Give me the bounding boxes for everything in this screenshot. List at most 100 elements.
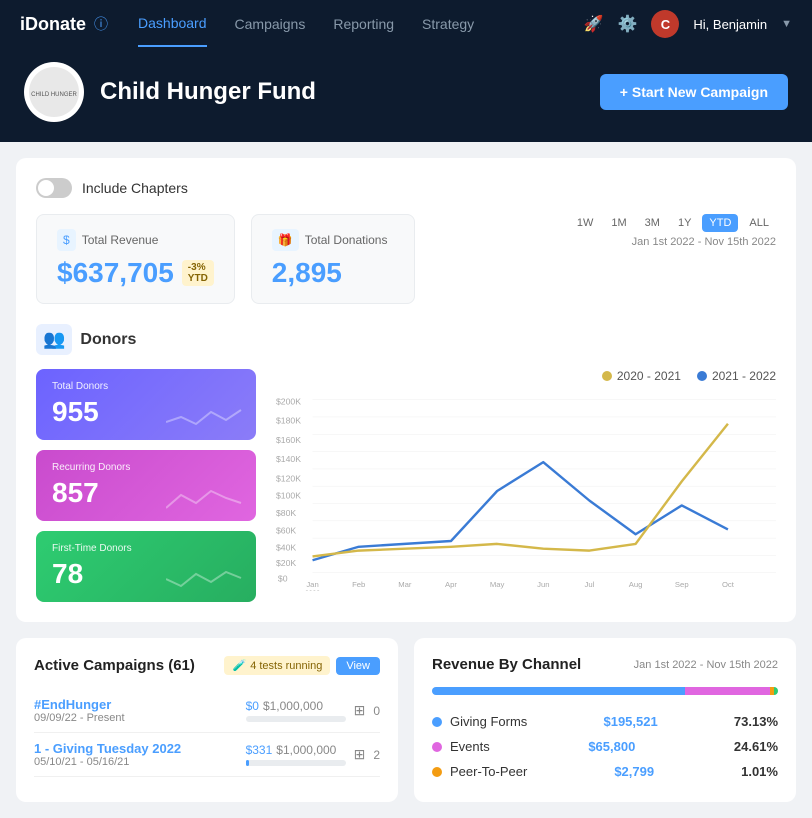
campaign-date: 05/10/21 - 05/16/21 (34, 756, 181, 768)
campaign-goal: $1,000,000 (263, 699, 323, 713)
legend-dot-2020 (602, 371, 612, 381)
campaign-name[interactable]: #EndHunger (34, 697, 125, 712)
svg-text:$140K: $140K (276, 454, 301, 464)
recurring-donors-label: Recurring Donors (52, 462, 240, 473)
channel-name: Giving Forms (450, 714, 527, 729)
channel-name: Peer-To-Peer (450, 764, 527, 779)
channel-percent: 24.61% (734, 739, 778, 754)
firsttime-donors-card: First-Time Donors 78 (36, 531, 256, 602)
total-donations-card: 🎁 Total Donations 2,895 (251, 214, 416, 304)
main-content: Include Chapters $ Total Revenue $637,70… (0, 142, 812, 818)
svg-text:$80K: $80K (276, 508, 296, 518)
org-name: Child Hunger Fund (100, 78, 316, 106)
nav-reporting[interactable]: Reporting (333, 2, 394, 46)
svg-text:$60K: $60K (276, 525, 296, 535)
campaign-info: #EndHunger 09/09/22 - Present (34, 697, 125, 724)
svg-text:Jul: Jul (585, 580, 595, 589)
legend-dot-2021 (697, 371, 707, 381)
recurring-donors-sparkline (166, 483, 246, 513)
time-btn-1y[interactable]: 1Y (671, 214, 698, 232)
channel-amount: $195,521 (603, 714, 657, 729)
time-btn-1w[interactable]: 1W (570, 214, 601, 232)
header-right: 🚀 ⚙️ C Hi, Benjamin ▼ (584, 10, 792, 38)
dollar-icon: $ (57, 229, 76, 251)
donors-header: 👥 Donors (36, 324, 776, 355)
time-range-controls: 1W 1M 3M 1Y YTD ALL Jan 1st 2022 - Nov 1… (570, 214, 776, 248)
total-revenue-label: $ Total Revenue (57, 229, 214, 251)
svg-text:May: May (490, 580, 505, 589)
nav-campaigns[interactable]: Campaigns (235, 2, 306, 46)
svg-text:$0: $0 (278, 573, 288, 583)
svg-text:Jun: Jun (537, 580, 549, 589)
nav-dashboard[interactable]: Dashboard (138, 1, 207, 47)
time-btn-3m[interactable]: 3M (638, 214, 667, 232)
campaign-progress: $0 $1,000,000 (246, 699, 346, 722)
revenue-chart: 2020 - 2021 2021 - 2022 $200K $180K $160… (276, 369, 776, 602)
campaign-date: 09/09/22 - Present (34, 712, 125, 724)
dashboard-card: Include Chapters $ Total Revenue $637,70… (16, 158, 796, 622)
channel-item: Giving Forms $195,521 73.13% (432, 709, 778, 734)
avatar: C (651, 10, 679, 38)
campaign-info: 1 - Giving Tuesday 2022 05/10/21 - 05/16… (34, 741, 181, 768)
svg-text:Apr: Apr (445, 580, 457, 589)
time-range-buttons: 1W 1M 3M 1Y YTD ALL (570, 214, 776, 232)
svg-text:2022: 2022 (305, 590, 320, 591)
time-btn-ytd[interactable]: YTD (702, 214, 738, 232)
svg-text:$20K: $20K (276, 558, 296, 568)
legend-2020: 2020 - 2021 (602, 369, 681, 383)
campaign-name[interactable]: 1 - Giving Tuesday 2022 (34, 741, 181, 756)
svg-text:Feb: Feb (352, 580, 365, 589)
revenue-channel-card: Revenue By Channel Jan 1st 2022 - Nov 15… (414, 638, 796, 802)
user-greeting: Hi, Benjamin (693, 17, 767, 32)
progress-fill (246, 760, 249, 766)
time-btn-all[interactable]: ALL (742, 214, 776, 232)
org-bar: CHILD HUNGER Child Hunger Fund + Start N… (0, 48, 812, 142)
include-chapters-row: Include Chapters (36, 178, 776, 198)
org-logo: CHILD HUNGER (24, 62, 84, 122)
channel-left: Events (432, 739, 490, 754)
time-btn-1m[interactable]: 1M (604, 214, 633, 232)
firsttime-donors-label: First-Time Donors (52, 543, 240, 554)
channel-dot (432, 767, 442, 777)
svg-text:CHILD HUNGER: CHILD HUNGER (31, 92, 77, 98)
segment-count: 2 (373, 748, 380, 762)
nav-strategy[interactable]: Strategy (422, 2, 474, 46)
segment-count: 0 (373, 704, 380, 718)
campaign-raised: $0 (246, 699, 259, 713)
include-chapters-toggle[interactable] (36, 178, 72, 198)
segment-icon: ⊞ (354, 702, 366, 719)
total-donors-card: Total Donors 955 (36, 369, 256, 440)
legend-2021: 2021 - 2022 (697, 369, 776, 383)
toggle-knob (38, 180, 54, 196)
rocket-icon[interactable]: 🚀 (584, 14, 604, 34)
svg-text:Oct: Oct (722, 580, 735, 589)
dropdown-arrow-icon[interactable]: ▼ (781, 18, 792, 30)
svg-text:Aug: Aug (629, 580, 643, 589)
firsttime-donors-sparkline (166, 564, 246, 594)
svg-text:$180K: $180K (276, 416, 301, 426)
gear-icon[interactable]: ⚙️ (617, 14, 637, 34)
header: iDonate ⓘ Dashboard Campaigns Reporting … (0, 0, 812, 48)
channel-amount: $65,800 (588, 739, 635, 754)
info-icon[interactable]: ⓘ (94, 14, 108, 34)
channel-amount: $2,799 (614, 764, 654, 779)
svg-text:$120K: $120K (276, 473, 301, 483)
org-info: CHILD HUNGER Child Hunger Fund (24, 62, 316, 122)
donors-section: Total Donors 955 Recurring Donors 857 Fi… (36, 369, 776, 602)
svg-text:$40K: $40K (276, 543, 296, 553)
campaign-item: #EndHunger 09/09/22 - Present $0 $1,000,… (34, 689, 380, 733)
bar-giving-forms (432, 687, 685, 695)
gift-icon: 🎁 (272, 229, 299, 251)
campaign-right: $0 $1,000,000 ⊞ 0 (246, 699, 380, 722)
start-campaign-button[interactable]: + Start New Campaign (600, 74, 788, 110)
date-range-text: Jan 1st 2022 - Nov 15th 2022 (570, 236, 776, 248)
view-button[interactable]: View (336, 657, 380, 675)
channel-percent: 73.13% (734, 714, 778, 729)
revenue-svg-chart: $200K $180K $160K $140K $120K $100K $80K… (276, 391, 776, 591)
svg-text:Sep: Sep (675, 580, 689, 589)
channel-left: Peer-To-Peer (432, 764, 527, 779)
org-logo-inner: CHILD HUNGER (29, 67, 79, 117)
channel-percent: 1.01% (741, 764, 778, 779)
campaign-progress: $331 $1,000,000 (246, 743, 346, 766)
campaign-goal: $1,000,000 (276, 743, 336, 757)
